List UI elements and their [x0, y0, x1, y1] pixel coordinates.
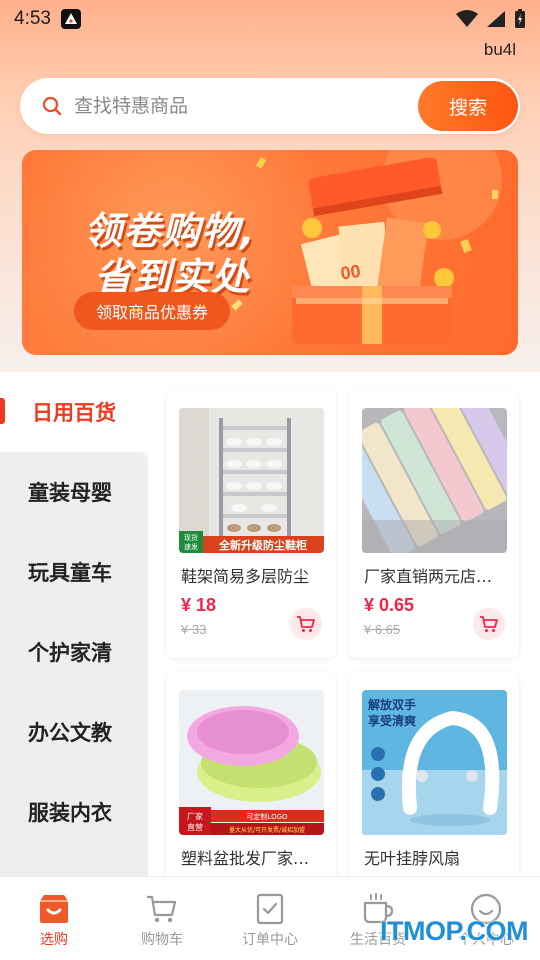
sidebar-item-daily-goods[interactable]: 日用百货 [0, 372, 148, 452]
svg-text:享受清爽: 享受清爽 [368, 713, 416, 728]
claim-coupon-button[interactable]: 领取商品优惠券 [74, 292, 230, 330]
svg-text:厂家: 厂家 [187, 811, 203, 821]
product-title: 厂家直销两元店梳子 [364, 567, 506, 586]
search-input[interactable] [74, 95, 394, 117]
sidebar-item-kids-baby[interactable]: 童装母婴 [0, 452, 148, 532]
product-title: 塑料盆批发厂家直营 [181, 849, 323, 868]
product-original-price: ¥ 6.65 [364, 622, 401, 637]
sidebar-item-label: 日用百货 [32, 401, 116, 425]
sidebar-item-personal-care[interactable]: 个护家清 [0, 612, 148, 692]
sidebar-item-partial [0, 852, 148, 876]
sidebar-item-label: 服装内衣 [28, 801, 112, 825]
sidebar-item-toys[interactable]: 玩具童车 [0, 532, 148, 612]
gift-box-image: 00 [292, 158, 454, 344]
tab-cart[interactable]: 购物车 [108, 877, 216, 960]
tab-label: 购物车 [141, 932, 183, 948]
svg-text:现货: 现货 [184, 533, 198, 542]
cart-icon [480, 616, 498, 632]
product-image: 厂家 直营 可定制LOGO 量大从优/可开发票/诚招加盟 [179, 690, 324, 835]
tab-label: 订单中心 [242, 932, 298, 948]
coupon-banner[interactable]: 00 领卷购物, 省到实处 领取商品优惠券 [22, 150, 518, 355]
product-card[interactable]: 现货 速发 全新升级防尘鞋柜 鞋架简易多层防尘 ¥ 18 ¥ 33 [166, 390, 336, 658]
category-sidebar: 日用百货 童装母婴 玩具童车 个护家清 办公文教 服装内衣 [0, 372, 148, 876]
signal-icon [487, 11, 505, 27]
order-icon [256, 893, 284, 925]
svg-text:速发: 速发 [184, 542, 198, 551]
tab-orders[interactable]: 订单中心 [216, 877, 324, 960]
svg-text:可定制LOGO: 可定制LOGO [246, 812, 288, 821]
product-image [362, 408, 507, 553]
search-button[interactable]: 搜索 [418, 81, 518, 131]
product-price: ¥ 18 [181, 595, 217, 615]
add-to-cart-button[interactable] [290, 608, 322, 640]
tab-label: 选购 [40, 932, 68, 948]
sidebar-item-label: 办公文教 [28, 721, 112, 745]
cart-icon [147, 895, 177, 923]
status-icons [456, 9, 526, 29]
product-card[interactable]: 厂家 直营 可定制LOGO 量大从优/可开发票/诚招加盟 塑料盆批发厂家直营 [166, 672, 336, 876]
svg-text:量大从优/可开发票/诚招加盟: 量大从优/可开发票/诚招加盟 [229, 826, 305, 834]
sidebar-item-label: 个护家清 [28, 641, 112, 665]
cart-icon [297, 616, 315, 632]
status-time: 4:53 [14, 8, 51, 29]
product-image: 现货 速发 全新升级防尘鞋柜 [179, 408, 324, 553]
shop-icon [40, 895, 68, 923]
add-to-cart-button[interactable] [473, 608, 505, 640]
svg-text:解放双手: 解放双手 [368, 697, 416, 712]
product-title: 无叶挂脖风扇 [364, 849, 461, 868]
product-card[interactable]: 解放双手 享受清爽 无叶挂脖风扇 [349, 672, 519, 876]
svg-text:全新升级防尘鞋柜: 全新升级防尘鞋柜 [218, 538, 307, 552]
product-original-price: ¥ 33 [181, 622, 207, 637]
svg-text:00: 00 [339, 261, 362, 284]
search-bar: 搜索 [20, 78, 520, 134]
product-price: ¥ 0.65 [364, 595, 415, 615]
product-title: 鞋架简易多层防尘 [181, 567, 310, 586]
sidebar-item-label: 童装母婴 [28, 481, 112, 505]
svg-text:直营: 直营 [187, 822, 203, 832]
app-notification-icon [60, 9, 81, 29]
sidebar-item-label: 玩具童车 [28, 561, 112, 585]
watermark-text: ITMOP.COM [380, 916, 529, 946]
status-bar: 4:53 [0, 0, 540, 38]
user-id-label: bu4l [483, 40, 516, 59]
product-image: 解放双手 享受清爽 [362, 690, 507, 835]
sidebar-item-clothing[interactable]: 服装内衣 [0, 772, 148, 852]
tab-shop[interactable]: 选购 [0, 877, 108, 960]
product-grid: 现货 速发 全新升级防尘鞋柜 鞋架简易多层防尘 ¥ 18 ¥ 33 厂家直销两元… [148, 372, 540, 876]
sidebar-item-office[interactable]: 办公文教 [0, 692, 148, 772]
battery-icon [515, 9, 525, 28]
product-card[interactable]: 厂家直销两元店梳子 ¥ 0.65 ¥ 6.65 [349, 390, 519, 658]
search-icon [42, 96, 62, 116]
wifi-icon [456, 10, 478, 27]
